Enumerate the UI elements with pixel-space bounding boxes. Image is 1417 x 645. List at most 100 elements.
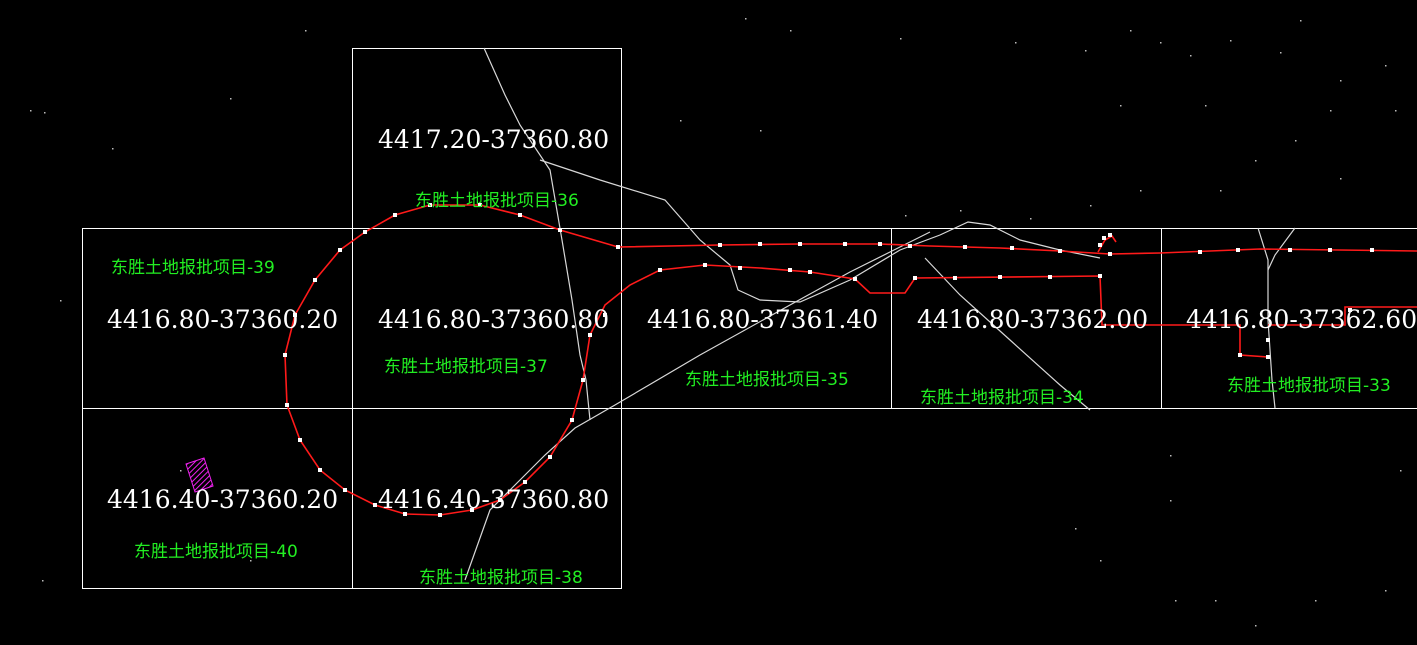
vertex-marker — [338, 248, 342, 252]
background-point — [1400, 470, 1402, 472]
boundary-east-main — [617, 243, 1417, 255]
vertex-marker — [963, 245, 967, 249]
background-point — [60, 300, 62, 302]
project-label-39: 东胜土地报批项目-39 — [111, 258, 275, 278]
vertex-marker — [703, 263, 707, 267]
background-point — [1075, 528, 1077, 530]
background-point — [1130, 30, 1132, 32]
vertex-marker — [1108, 233, 1112, 237]
coord-label-37: 4416.80-37360.80 — [378, 305, 609, 334]
vertex-marker — [1098, 243, 1102, 247]
vertex-marker — [570, 418, 574, 422]
map-canvas[interactable]: 4417.20-37360.80 4416.80-37360.20 4416.8… — [0, 0, 1417, 645]
background-point — [42, 580, 44, 582]
vertex-marker — [1288, 248, 1292, 252]
coord-label-36: 4417.20-37360.80 — [378, 125, 609, 154]
background-point — [180, 470, 182, 472]
background-point — [1385, 590, 1387, 592]
vertex-marker — [738, 266, 742, 270]
background-point — [1295, 140, 1297, 142]
project-label-34: 东胜土地报批项目-34 — [920, 388, 1084, 408]
background-point — [1090, 205, 1092, 207]
vertex-marker — [718, 243, 722, 247]
vertex-marker — [285, 403, 289, 407]
vertex-marker — [913, 276, 917, 280]
vertex-marker — [373, 503, 377, 507]
background-point — [44, 112, 46, 114]
vertex-marker — [616, 245, 620, 249]
vertex-marker — [581, 378, 585, 382]
vertex-marker — [283, 353, 287, 357]
background-point — [1340, 80, 1342, 82]
background-point — [1140, 190, 1142, 192]
vertex-marker — [1108, 252, 1112, 256]
background-point — [1205, 105, 1207, 107]
project-label-33: 东胜土地报批项目-33 — [1227, 376, 1391, 396]
background-point — [1300, 20, 1302, 22]
coordinate-labels: 4417.20-37360.80 4416.80-37360.20 4416.8… — [107, 125, 1417, 514]
vertex-marker — [523, 480, 527, 484]
vertex-marker — [393, 213, 397, 217]
vertex-marker — [658, 268, 662, 272]
vertex-marker — [1266, 338, 1270, 342]
background-point — [1085, 50, 1087, 52]
background-point — [1255, 625, 1257, 627]
vertex-marker — [318, 468, 322, 472]
project-label-36: 东胜土地报批项目-36 — [415, 191, 579, 211]
background-point — [790, 30, 792, 32]
background-point — [1255, 160, 1257, 162]
background-point — [905, 215, 907, 217]
vertex-marker — [808, 270, 812, 274]
vertex-marker — [558, 228, 562, 232]
background-point — [1015, 42, 1017, 44]
vertex-marker — [1236, 248, 1240, 252]
project-label-38: 东胜土地报批项目-38 — [419, 568, 583, 588]
vertex-marker — [1238, 353, 1242, 357]
background-point — [1170, 500, 1172, 502]
background-point — [745, 18, 747, 20]
background-point — [1175, 600, 1177, 602]
background-point — [1170, 455, 1172, 457]
vertex-marker — [1102, 236, 1106, 240]
background-point — [1315, 600, 1317, 602]
background-point — [1385, 65, 1387, 67]
vertex-marker — [843, 242, 847, 246]
project-label-35: 东胜土地报批项目-35 — [685, 370, 849, 390]
background-point — [1190, 55, 1192, 57]
vertex-marker — [758, 242, 762, 246]
background-point — [230, 98, 232, 100]
vertex-marker — [1370, 248, 1374, 252]
vertex-marker — [1198, 250, 1202, 254]
project-label-40: 东胜土地报批项目-40 — [134, 542, 298, 562]
vertex-marker — [853, 277, 857, 281]
background-point — [1230, 40, 1232, 42]
vertex-marker — [788, 268, 792, 272]
vertex-marker — [1328, 248, 1332, 252]
vertex-marker — [878, 242, 882, 246]
vertex-marker — [1098, 274, 1102, 278]
vertex-marker — [298, 438, 302, 442]
vertex-marker — [1266, 355, 1270, 359]
vertex-marker — [953, 276, 957, 280]
background-point — [1160, 42, 1162, 44]
vertex-marker — [363, 230, 367, 234]
background-point — [960, 210, 962, 212]
vertex-marker — [1058, 249, 1062, 253]
background-point — [1395, 110, 1397, 112]
coord-label-33: 4416.80-37362.60 — [1186, 305, 1417, 334]
coord-label-39: 4416.80-37360.20 — [107, 305, 338, 334]
background-point — [1100, 560, 1102, 562]
background-point — [900, 38, 902, 40]
vertex-marker — [1048, 275, 1052, 279]
vertex-marker — [548, 455, 552, 459]
background-point — [1330, 110, 1332, 112]
background-point — [1120, 105, 1122, 107]
background-point — [30, 110, 32, 112]
background-point — [1030, 218, 1032, 220]
background-point — [1340, 178, 1342, 180]
coord-label-34: 4416.80-37362.00 — [917, 305, 1148, 334]
coord-label-35: 4416.80-37361.40 — [647, 305, 878, 334]
vertex-marker — [798, 242, 802, 246]
background-point — [1215, 600, 1217, 602]
road-northeast — [539, 159, 1101, 303]
